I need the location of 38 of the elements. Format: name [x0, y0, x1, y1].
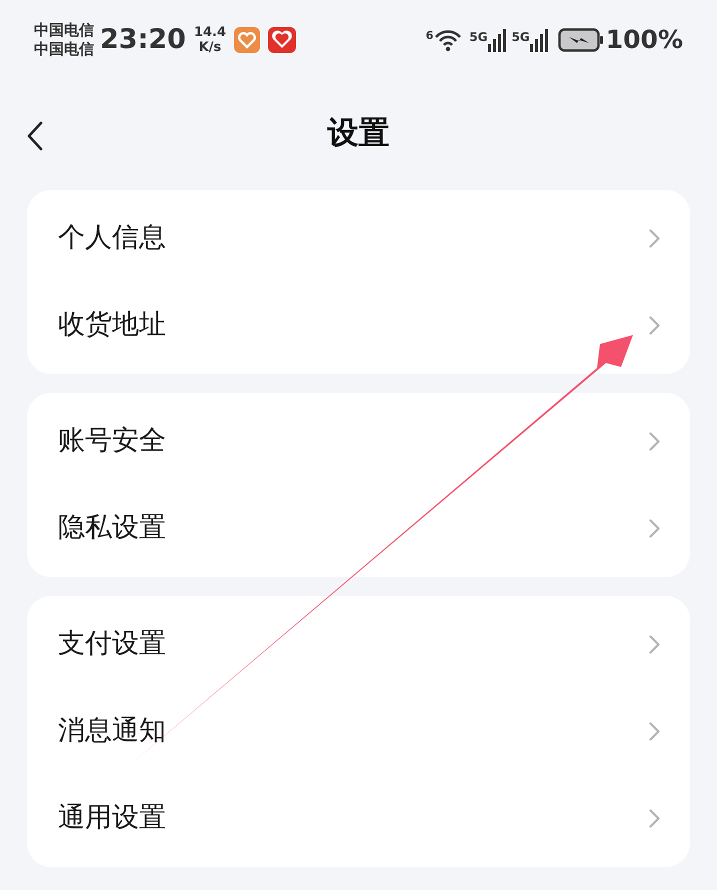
- signal-icon: [530, 28, 548, 52]
- settings-row[interactable]: 支付设置: [27, 601, 690, 688]
- network-type-label: 5G: [469, 29, 488, 46]
- chevron-icon: [649, 432, 660, 451]
- battery-percent: 100%: [606, 24, 683, 56]
- heart-app-icon: [234, 27, 260, 53]
- row-label: 支付设置: [58, 627, 166, 662]
- row-label: 个人信息: [58, 221, 166, 256]
- row-label: 通用设置: [58, 801, 166, 836]
- chevron-icon: [649, 229, 660, 248]
- carrier-label: 中国电信: [34, 40, 94, 59]
- chevron-icon: [649, 519, 660, 538]
- page-title: 设置: [328, 114, 390, 153]
- network-speed: K/s: [198, 40, 222, 55]
- row-label: 隐私设置: [58, 511, 166, 546]
- settings-row[interactable]: 通用设置: [27, 775, 690, 862]
- signal-icon: [488, 28, 506, 52]
- wifi-label: 6: [426, 28, 434, 44]
- settings-row[interactable]: 个人信息: [27, 195, 690, 282]
- row-label: 消息通知: [58, 714, 166, 748]
- row-label: 收货地址: [58, 308, 166, 342]
- network-speed: 14.4: [194, 25, 226, 40]
- chevron-icon: [649, 722, 660, 741]
- battery-icon: [558, 28, 604, 52]
- wifi-icon: [433, 28, 464, 52]
- status-time: 23:20: [100, 22, 186, 57]
- chevron-icon: [649, 635, 660, 654]
- chevron-icon: [649, 316, 660, 335]
- back-icon[interactable]: [26, 121, 44, 151]
- network-type-label: 5G: [512, 29, 530, 46]
- carrier-label: 中国电信: [34, 21, 94, 40]
- row-label: 账号安全: [58, 424, 166, 458]
- heart-app-icon: [268, 27, 296, 53]
- settings-row[interactable]: 收货地址: [27, 282, 690, 369]
- settings-row[interactable]: 账号安全: [27, 398, 690, 485]
- settings-row[interactable]: 隐私设置: [27, 485, 690, 572]
- chevron-icon: [649, 809, 660, 828]
- settings-row[interactable]: 消息通知: [27, 688, 690, 775]
